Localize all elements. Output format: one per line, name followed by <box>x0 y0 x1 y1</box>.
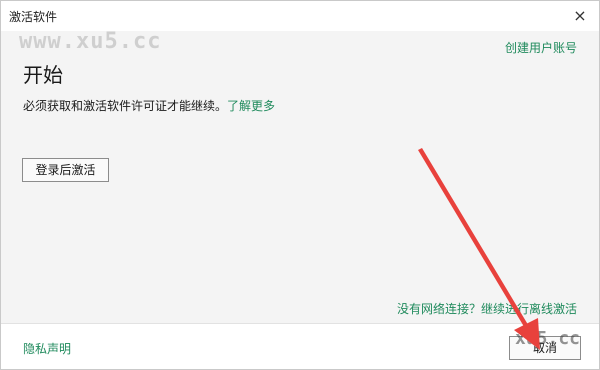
offline-activation-link[interactable]: 没有网络连接？继续进行离线激活 <box>397 300 577 317</box>
description: 必须获取和激活软件许可证才能继续。了解更多 <box>23 97 275 114</box>
learn-more-link[interactable]: 了解更多 <box>227 99 275 113</box>
page-title: 开始 <box>23 63 63 87</box>
login-activate-button[interactable]: 登录后激活 <box>22 158 109 182</box>
watermark-top: www.xu5.cc <box>19 29 162 54</box>
privacy-link[interactable]: 隐私声明 <box>23 340 71 357</box>
window-title: 激活软件 <box>9 10 58 24</box>
create-account-link[interactable]: 创建用户账号 <box>505 39 577 56</box>
watermark-bottom: xu5.cc <box>514 328 580 349</box>
title-bar: 激活软件 × <box>1 1 599 31</box>
footer: 隐私声明 取消 <box>1 323 599 369</box>
activation-dialog: 激活软件 × www.xu5.cc 创建用户账号 开始 必须获取和激活软件许可证… <box>0 0 600 370</box>
description-text: 必须获取和激活软件许可证才能继续。 <box>23 99 228 113</box>
close-icon[interactable]: × <box>569 5 591 27</box>
